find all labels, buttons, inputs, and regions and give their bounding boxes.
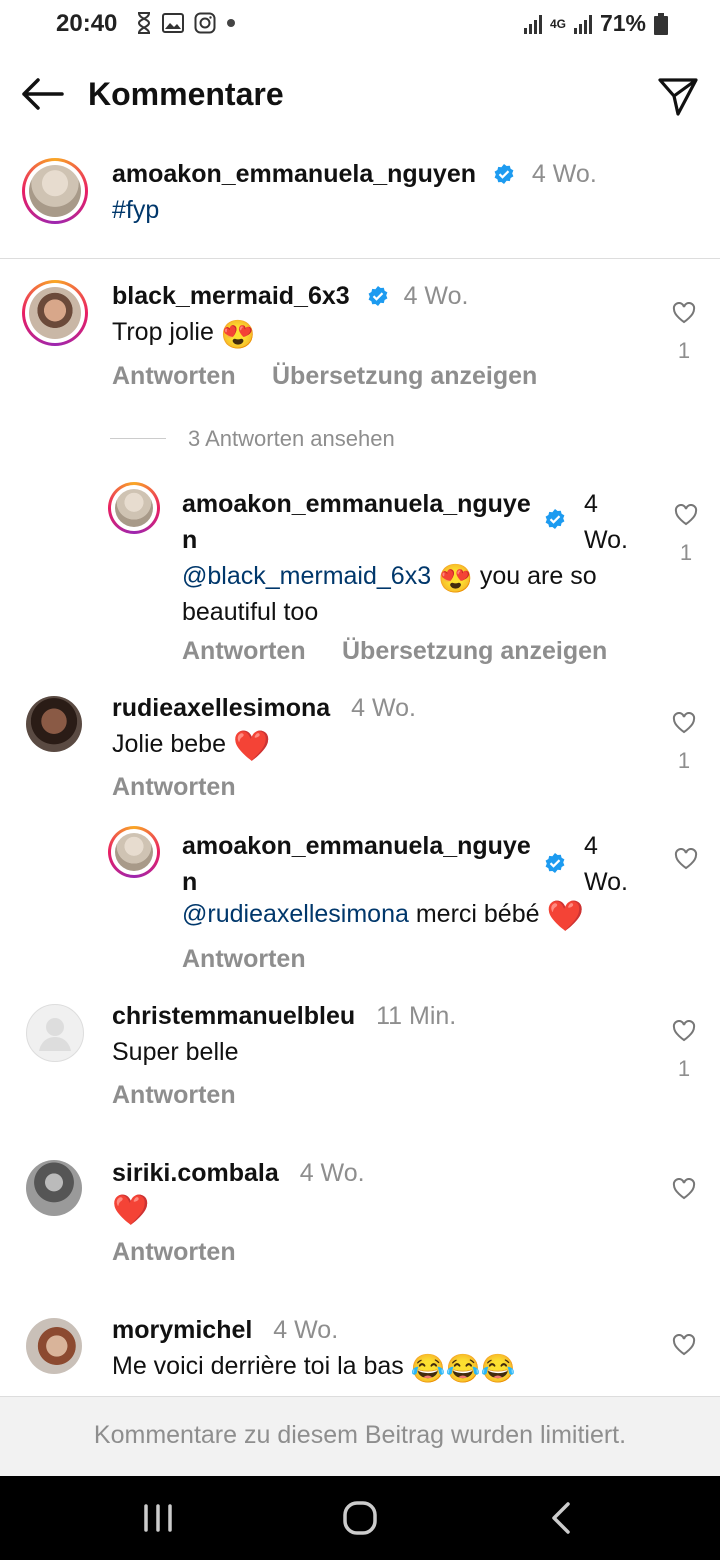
caption-hashtag[interactable]: #fyp	[112, 196, 159, 225]
caption-avatar[interactable]	[22, 158, 88, 224]
limited-notice: Kommentare zu diesem Beitrag wurden limi…	[93, 1421, 627, 1449]
mention-link[interactable]: @rudieaxellesimona	[182, 900, 409, 928]
home-icon[interactable]	[336, 1494, 384, 1542]
comment-text: Super belle	[112, 1038, 239, 1066]
comment-time: 4 Wo.	[299, 1159, 365, 1187]
emoji: 😂😂😂	[410, 1353, 516, 1384]
network-label: 4G	[549, 16, 566, 31]
back-nav-icon[interactable]	[538, 1494, 586, 1542]
reply-username[interactable]: amoakon_emmanuela_nguye n	[182, 828, 531, 900]
caption-time: 4 Wo.	[531, 160, 597, 188]
comment-text: ❤️	[112, 1194, 149, 1226]
comment-avatar[interactable]	[26, 1318, 82, 1374]
comment-time: 4 Wo.	[273, 1316, 339, 1344]
reply-username[interactable]: amoakon_emmanuela_nguye n	[182, 486, 531, 558]
verified-icon	[545, 853, 565, 873]
like-count: 1	[677, 338, 691, 363]
notification-icons	[136, 12, 236, 34]
header: Kommentare	[0, 60, 720, 132]
heart-outline-icon[interactable]	[672, 302, 696, 324]
like-count: 1	[677, 748, 691, 773]
send-icon[interactable]	[656, 74, 700, 118]
comment-avatar[interactable]	[26, 696, 82, 752]
comment-time: 4 Wo.	[351, 694, 416, 722]
comment-avatar[interactable]	[26, 1160, 82, 1216]
comments-limited-banner: Kommentare zu diesem Beitrag wurden limi…	[0, 1396, 720, 1477]
emoji: ❤️	[546, 900, 584, 933]
verified-icon	[545, 509, 565, 529]
heart-outline-icon[interactable]	[672, 1020, 696, 1042]
reply-button[interactable]: Antworten	[182, 637, 306, 666]
comment-avatar[interactable]	[22, 280, 88, 346]
view-replies-link[interactable]: 3 Antworten ansehen	[188, 426, 395, 452]
replies-divider	[110, 438, 166, 439]
hourglass-icon	[137, 12, 151, 34]
signal-icon-2	[573, 14, 592, 34]
reply-button[interactable]: Antworten	[112, 1081, 236, 1110]
verified-icon	[368, 286, 388, 306]
comment-username[interactable]: siriki.combala 4 Wo.	[112, 1159, 365, 1188]
default-avatar-icon	[39, 1018, 71, 1051]
comment-avatar[interactable]	[26, 1004, 84, 1062]
battery-icon	[654, 12, 668, 35]
reply-avatar[interactable]	[108, 482, 160, 534]
comment-text: Jolie bebe ❤️	[112, 730, 271, 763]
verified-icon	[494, 164, 514, 184]
comment-username[interactable]: rudieaxellesimona 4 Wo.	[112, 694, 416, 723]
reply-text: @rudieaxellesimona merci bébé ❤️	[182, 900, 584, 933]
reply-text: @black_mermaid_6x3 😍 you are so beautifu…	[182, 562, 597, 626]
heart-outline-icon[interactable]	[672, 1334, 696, 1356]
dot-icon	[227, 19, 235, 27]
divider	[0, 258, 720, 259]
emoji: 😍	[220, 319, 256, 350]
emoji: ❤️	[112, 1194, 150, 1227]
gallery-icon	[162, 13, 184, 33]
translate-button[interactable]: Übersetzung anzeigen	[342, 637, 607, 666]
recent-apps-icon[interactable]	[134, 1494, 182, 1542]
reply-avatar[interactable]	[108, 826, 160, 878]
system-nav-bar	[0, 1476, 720, 1560]
status-right: 4G 71%	[523, 10, 668, 37]
mention-link[interactable]: @black_mermaid_6x3	[182, 562, 431, 590]
heart-outline-icon[interactable]	[674, 848, 698, 870]
heart-outline-icon[interactable]	[674, 504, 698, 526]
translate-button[interactable]: Übersetzung anzeigen	[272, 362, 537, 391]
status-time: 20:40	[56, 10, 118, 37]
reply-button[interactable]: Antworten	[112, 773, 236, 802]
comment-time: 4 Wo.	[403, 282, 469, 310]
comment-username[interactable]: black_mermaid_6x3 4 Wo.	[112, 282, 468, 311]
page-title: Kommentare	[88, 76, 284, 112]
comment-username[interactable]: morymichel 4 Wo.	[112, 1316, 338, 1345]
reply-time: 4 Wo.	[584, 490, 628, 554]
emoji: ❤️	[232, 730, 271, 763]
reply-time: 4 Wo.	[584, 832, 628, 896]
heart-outline-icon[interactable]	[672, 1178, 696, 1200]
like-count: 1	[679, 540, 693, 565]
reply-button[interactable]: Antworten	[112, 362, 236, 391]
status-bar: 20:40 4G 71%	[0, 0, 720, 52]
like-count: 1	[677, 1056, 691, 1081]
back-arrow-icon[interactable]	[18, 74, 66, 114]
signal-icon	[523, 14, 542, 34]
reply-button[interactable]: Antworten	[112, 1238, 236, 1267]
reply-button[interactable]: Antworten	[182, 945, 306, 974]
comment-username[interactable]: christemmanuelbleu 11 Min.	[112, 1002, 456, 1031]
emoji: 😍	[438, 563, 473, 594]
caption-username[interactable]: amoakon_emmanuela_nguyen 4 Wo.	[112, 160, 597, 189]
comment-time: 11 Min.	[376, 1002, 457, 1030]
battery-percent: 71%	[599, 10, 646, 36]
comment-text: Trop jolie 😍	[112, 318, 256, 350]
comment-text: Me voici derrière toi la bas 😂😂😂	[112, 1352, 516, 1384]
instagram-icon	[194, 12, 216, 34]
heart-outline-icon[interactable]	[672, 712, 696, 734]
